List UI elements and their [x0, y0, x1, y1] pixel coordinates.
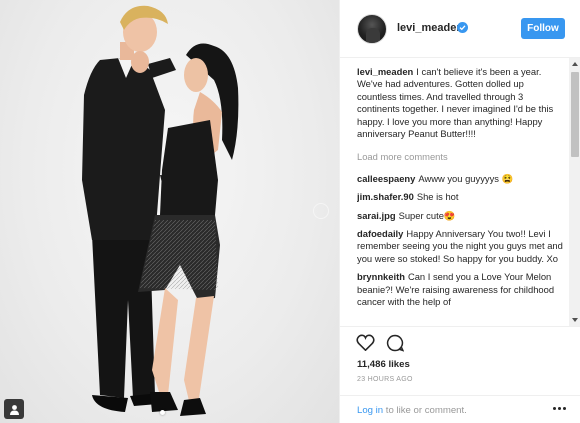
comment-username[interactable]: dafoedaily — [357, 228, 403, 239]
post-caption: levi_meaden I can't believe it's been a y… — [357, 66, 563, 140]
post-timestamp: 23 HOURS AGO — [357, 376, 413, 383]
likes-count[interactable]: 11,486 likes — [357, 359, 410, 370]
heart-icon[interactable] — [356, 334, 375, 356]
verified-badge-icon — [457, 22, 468, 33]
login-suffix: to like or comment. — [383, 405, 467, 416]
next-photo-hint[interactable] — [313, 203, 329, 219]
scroll-thumb[interactable] — [571, 72, 579, 157]
login-link[interactable]: Log in — [357, 405, 383, 416]
comment-item: sarai.jpg Super cute😍 — [357, 210, 563, 222]
comment-text: She is hot — [416, 191, 459, 203]
follow-button[interactable]: Follow — [521, 18, 565, 39]
comment-username[interactable]: brynnkeith — [357, 271, 405, 282]
comment-username[interactable]: jim.shafer.90 — [357, 191, 414, 202]
divider — [340, 395, 580, 396]
comment-icon[interactable] — [386, 334, 405, 357]
post-actions: 11,486 likes 23 HOURS AGO Log in to like… — [340, 326, 580, 423]
post-photo[interactable] — [0, 0, 339, 423]
caption-username[interactable]: levi_meaden — [357, 66, 413, 77]
couple-photo-illustration — [82, 5, 239, 416]
comment-item: jim.shafer.90 She is hot — [357, 191, 563, 203]
scroll-down-icon[interactable] — [569, 314, 580, 326]
comment-username[interactable]: sarai.jpg — [357, 210, 396, 221]
comment-text: Super cute😍 — [398, 209, 456, 221]
load-more-comments-link[interactable]: Load more comments — [357, 151, 563, 163]
comment-item: brynnkeith Can I send you a Love Your Mel… — [357, 271, 563, 308]
comments-scrollbar[interactable] — [569, 58, 580, 326]
comment-item: calleespaeny Awww you guyyyys 😫 — [357, 173, 563, 185]
comment-item: dafoedaily Happy Anniversary You two!! Le… — [357, 228, 563, 265]
avatar[interactable] — [357, 14, 387, 44]
carousel-indicator — [160, 410, 165, 415]
comment-text: Awww you guyyyys 😫 — [418, 172, 514, 184]
user-tag-icon[interactable] — [4, 399, 24, 419]
header-username[interactable]: levi_meaden — [397, 22, 463, 34]
scroll-up-icon[interactable] — [569, 58, 580, 70]
comments-list[interactable]: levi_meaden I can't believe it's been a y… — [357, 66, 563, 324]
login-prompt: Log in to like or comment. — [357, 405, 467, 416]
more-options-icon[interactable] — [553, 407, 566, 410]
post-sidebar: levi_meaden Follow levi_meaden I can't be… — [339, 0, 580, 423]
comment-username[interactable]: calleespaeny — [357, 173, 415, 184]
post-header: levi_meaden Follow — [340, 0, 580, 58]
